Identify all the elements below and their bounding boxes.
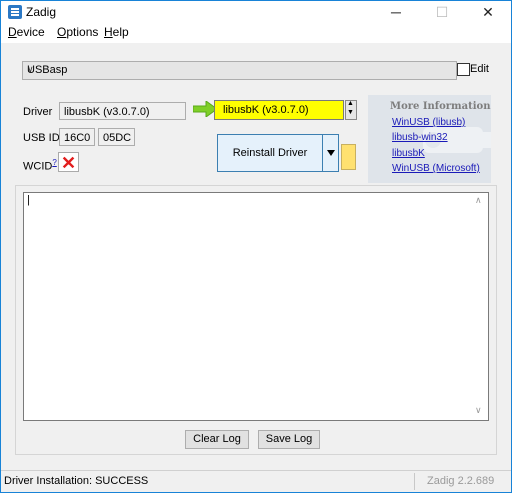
link-winusb-microsoft[interactable]: WinUSB (Microsoft) — [392, 163, 480, 174]
link-libusbk[interactable]: libusbK — [392, 148, 425, 159]
wcid-cross-icon: ✕ — [58, 152, 79, 173]
wcid-label: WCID? — [23, 158, 57, 173]
reinstall-driver-button[interactable]: Reinstall Driver — [217, 134, 323, 172]
edit-checkbox[interactable] — [457, 63, 470, 76]
link-winusb-libusb[interactable]: WinUSB (libusb) — [392, 117, 465, 128]
save-log-button[interactable]: Save Log — [258, 430, 320, 449]
reinstall-driver-label: Reinstall Driver — [232, 147, 308, 159]
log-caret: | — [27, 194, 30, 206]
side-indicator-icon — [341, 144, 356, 170]
clear-log-button[interactable]: Clear Log — [185, 430, 249, 449]
zadig-window: Zadig ─ ☐ ✕ Device Options Help USBasp ∨… — [0, 0, 512, 493]
link-libusb-win32[interactable]: libusb-win32 — [392, 132, 448, 143]
driver-spinner[interactable] — [345, 100, 357, 120]
usb-id-label: USB ID — [23, 132, 60, 144]
title-bar: Zadig ─ ☐ ✕ — [1, 1, 511, 23]
target-driver-value: libusbK (v3.0.7.0) — [223, 104, 309, 116]
version-label: Zadig 2.2.689 — [427, 475, 495, 487]
menu-options[interactable]: Options — [57, 25, 98, 39]
device-dropdown[interactable]: USBasp ∨ — [22, 61, 457, 80]
edit-label: Edit — [470, 63, 489, 75]
maximize-button[interactable]: ☐ — [419, 1, 465, 23]
target-driver-field[interactable]: libusbK (v3.0.7.0) — [214, 100, 344, 120]
status-divider — [414, 473, 415, 490]
zadig-app-icon — [8, 5, 22, 19]
usb-pid-value: 05DC — [103, 132, 132, 144]
driver-label: Driver — [23, 106, 53, 118]
close-button[interactable]: ✕ — [465, 1, 511, 23]
status-message: Driver Installation: SUCCESS — [4, 475, 149, 487]
window-title: Zadig — [26, 5, 57, 19]
save-log-label: Save Log — [265, 433, 313, 445]
scroll-down-icon[interactable]: ∨ — [475, 405, 482, 416]
usb-vid-value: 16C0 — [64, 132, 91, 144]
usb-vid-field: 16C0 — [59, 128, 95, 146]
usb-pid-field: 05DC — [98, 128, 135, 146]
status-bar: Driver Installation: SUCCESS Zadig 2.2.6… — [1, 470, 511, 492]
menu-device[interactable]: Device — [8, 25, 45, 39]
more-info-title: More Information — [390, 101, 491, 112]
chevron-down-icon: ∨ — [27, 64, 34, 74]
install-options-dropdown[interactable] — [322, 134, 339, 172]
menu-bar: Device Options Help — [1, 23, 511, 43]
more-info-panel: More Information WinUSB (libusb) libusb-… — [368, 95, 491, 183]
log-textarea[interactable]: | ∧ ∨ — [23, 192, 489, 421]
current-driver-value: libusbK (v3.0.7.0) — [64, 106, 150, 118]
log-scrollbar[interactable]: ∧ ∨ — [472, 193, 488, 420]
wcid-help-link[interactable]: ? — [52, 158, 56, 167]
minimize-button[interactable]: ─ — [373, 1, 419, 23]
menu-help[interactable]: Help — [104, 25, 129, 39]
wcid-label-text: WCID — [23, 160, 53, 173]
clear-log-label: Clear Log — [193, 433, 241, 445]
current-driver-field: libusbK (v3.0.7.0) — [59, 102, 186, 120]
scroll-up-icon[interactable]: ∧ — [475, 195, 482, 206]
